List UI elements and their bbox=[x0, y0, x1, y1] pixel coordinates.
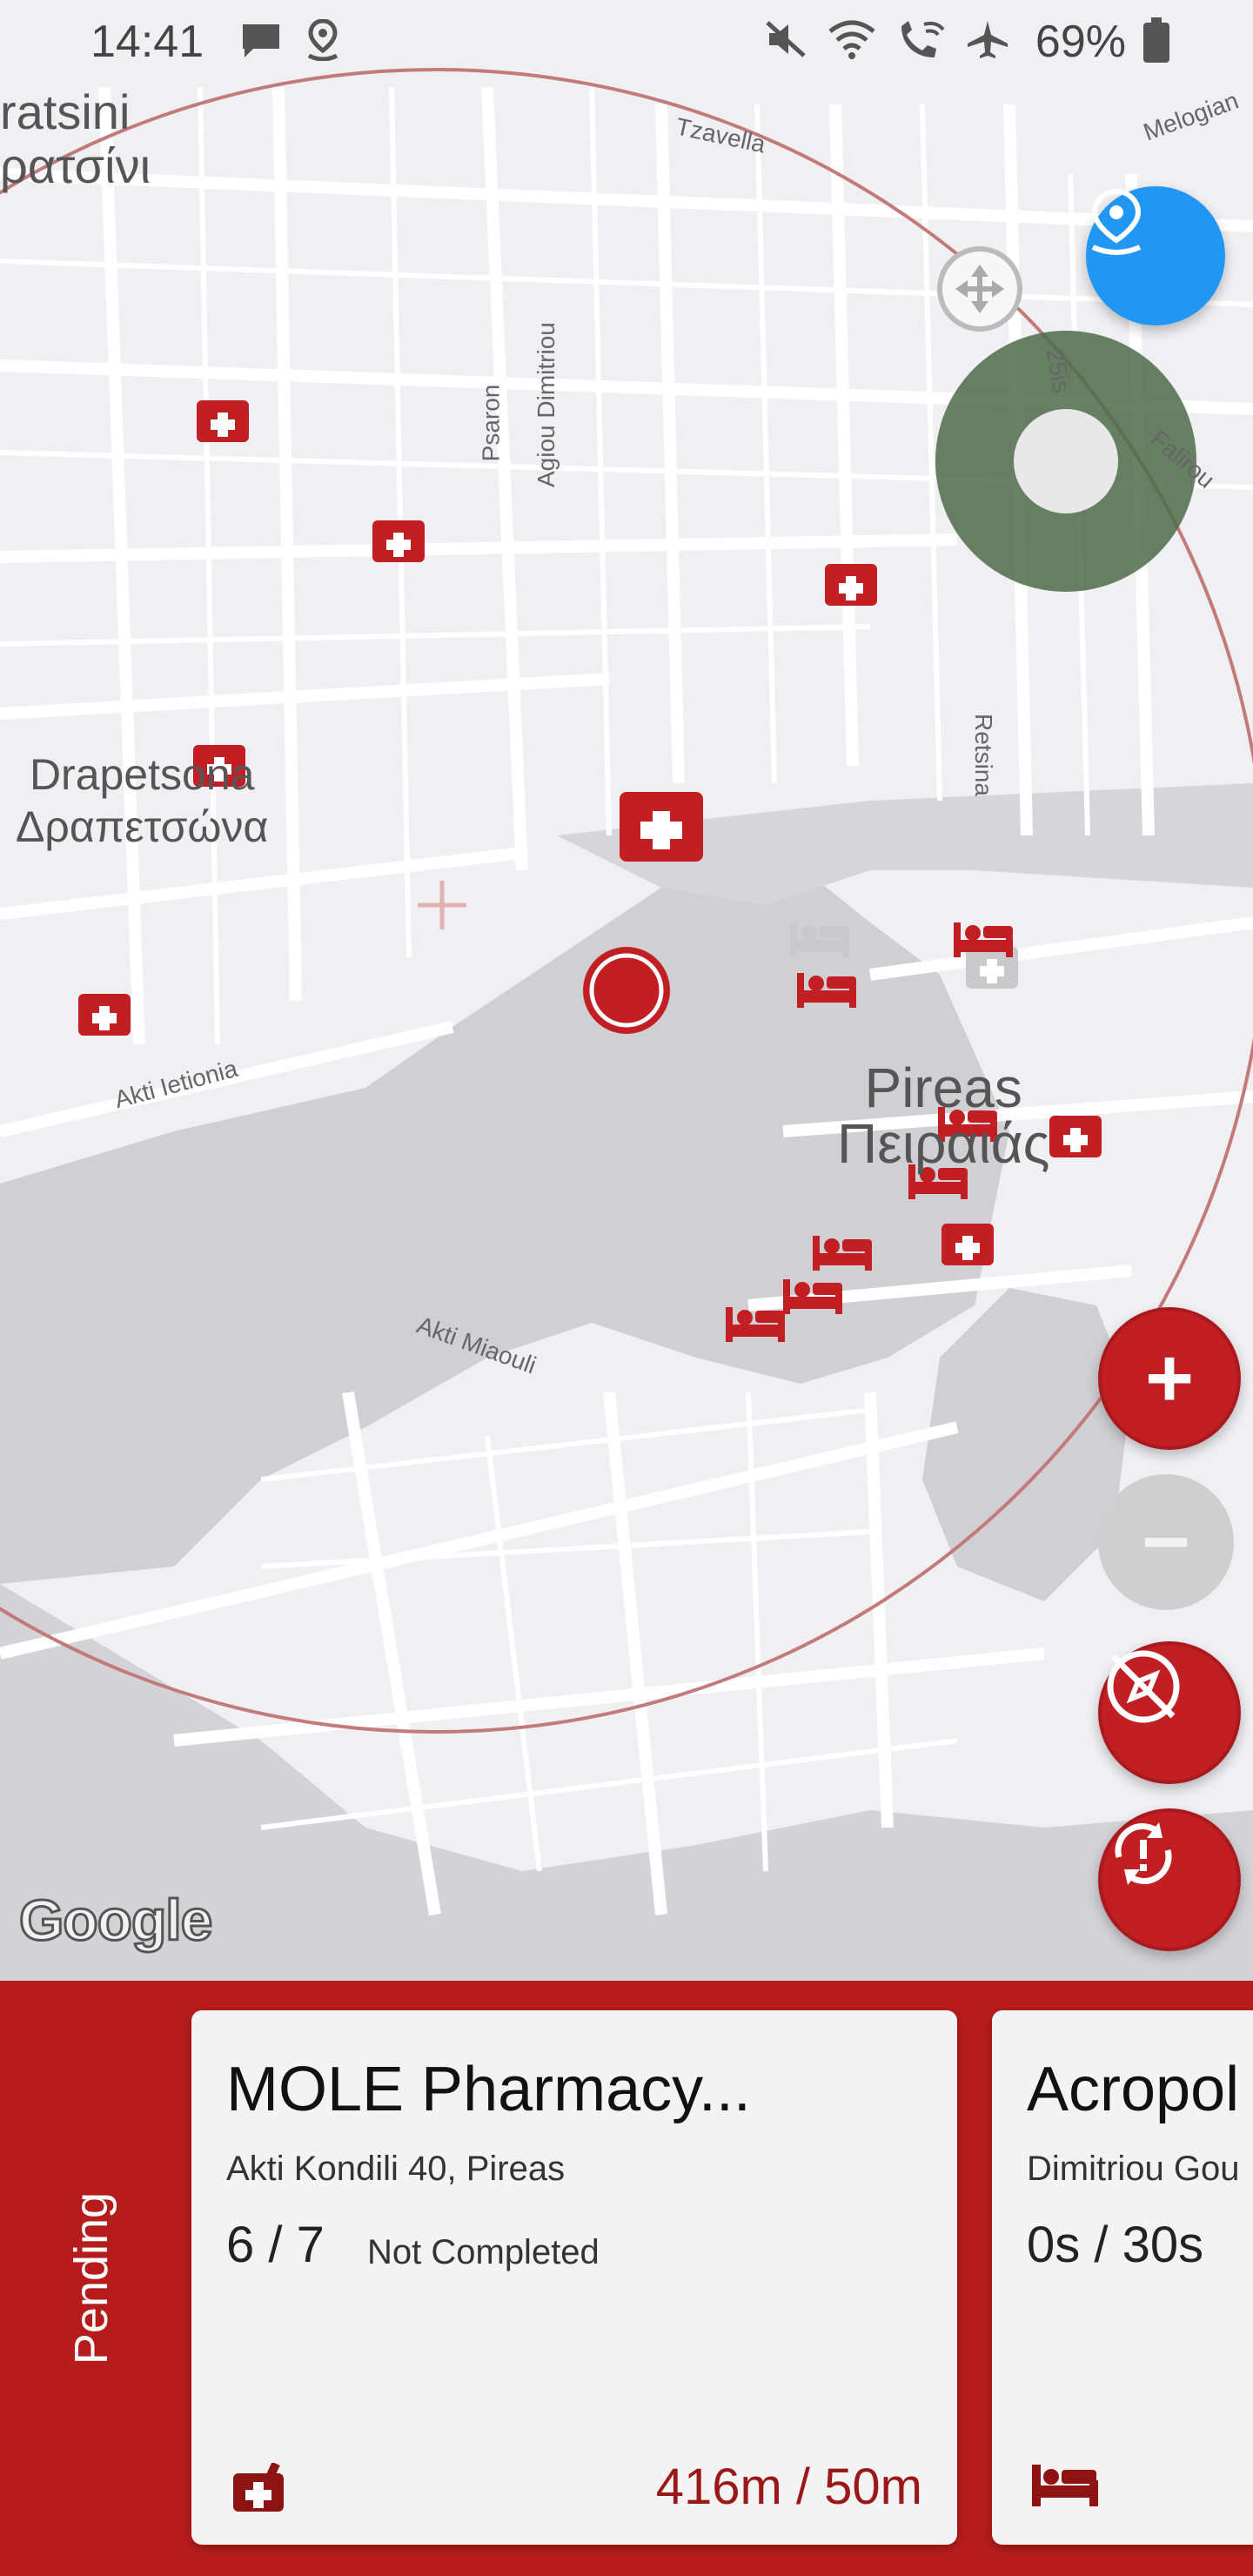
wifi-icon bbox=[828, 20, 875, 59]
zoom-out-button[interactable]: − bbox=[1098, 1474, 1234, 1610]
wifi-call-icon bbox=[901, 21, 945, 57]
sync-alert-icon bbox=[1115, 1822, 1172, 1885]
map-label-pireas: Pireas Πειραιάς bbox=[837, 1057, 1050, 1175]
zoom-in-button[interactable]: + bbox=[1098, 1307, 1241, 1450]
battery-percent: 69% bbox=[1035, 17, 1126, 67]
location-icon bbox=[307, 19, 338, 61]
pending-tab-label: Pending bbox=[65, 2191, 117, 2365]
map-canvas bbox=[0, 0, 1253, 1981]
status-time: 14:41 bbox=[90, 17, 204, 67]
street-label-retsina: Retsina bbox=[970, 714, 997, 796]
my-location-button[interactable] bbox=[1086, 186, 1225, 325]
status-bar: 14:41 69% bbox=[0, 0, 1253, 84]
card-address: Dimitriou Gou bbox=[1027, 2150, 1240, 2188]
plus-icon: + bbox=[1144, 1332, 1195, 1425]
card-distance: 416m / 50m bbox=[655, 2459, 922, 2515]
sync-alert-button[interactable] bbox=[1098, 1808, 1241, 1951]
current-location-marker bbox=[583, 947, 670, 1034]
location-pin-icon bbox=[1091, 188, 1142, 255]
move-handle-icon bbox=[937, 246, 1022, 332]
airplane-icon bbox=[968, 21, 1008, 58]
card-progress: 6 / 7 bbox=[226, 2217, 325, 2273]
battery-icon bbox=[1143, 17, 1169, 63]
message-icon bbox=[243, 24, 279, 57]
minus-icon: − bbox=[1141, 1495, 1191, 1588]
google-logo: Google bbox=[17, 1887, 213, 1954]
street-label-psaron: Psaron bbox=[477, 384, 505, 462]
location-panel: Pending MOLE Pharmacy... Akti Kondili 40… bbox=[0, 1981, 1253, 2576]
pharmacy-icon bbox=[230, 2461, 287, 2519]
card-progress: 0s / 30s bbox=[1027, 2217, 1204, 2273]
card-address: Akti Kondili 40, Pireas bbox=[226, 2150, 566, 2188]
card-title: Acropol bbox=[1027, 2055, 1240, 2124]
street-label-agiou-dimitriou: Agiou Dimitriou bbox=[533, 322, 559, 487]
pending-tab[interactable]: Pending bbox=[0, 1981, 183, 2576]
map-label-keratsini: ratsini ρατσίνι bbox=[0, 84, 151, 193]
location-card[interactable]: MOLE Pharmacy... Akti Kondili 40, Pireas… bbox=[191, 2010, 957, 2545]
hotel-bed-icon bbox=[1030, 2463, 1100, 2512]
compass-off-button[interactable] bbox=[1098, 1641, 1241, 1784]
map-label-drapetsona: Drapetsona Δραπετσώνα bbox=[16, 750, 269, 851]
location-card[interactable]: Acropol Dimitriou Gou 0s / 30s bbox=[992, 2010, 1253, 2545]
mute-icon bbox=[766, 21, 806, 57]
compass-off-icon bbox=[1107, 1650, 1180, 1723]
card-title: MOLE Pharmacy... bbox=[226, 2055, 751, 2124]
map-view[interactable]: ratsini ρατσίνι Drapetsona Δραπετσώνα Pire… bbox=[0, 0, 1253, 1981]
card-status: Not Completed bbox=[367, 2233, 600, 2271]
